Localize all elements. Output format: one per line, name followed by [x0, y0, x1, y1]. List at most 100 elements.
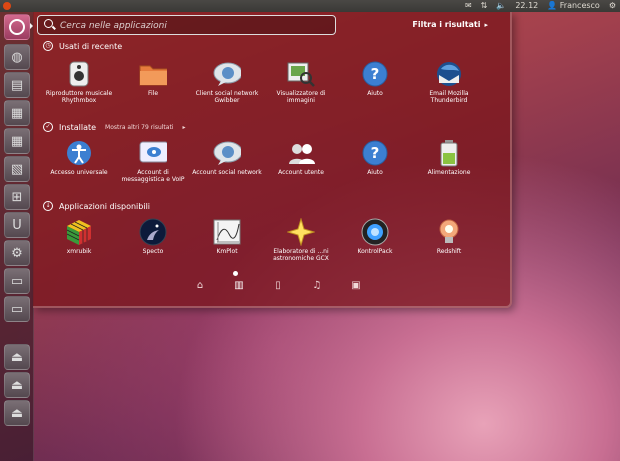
- launcher-workspaces[interactable]: ▭: [4, 296, 30, 322]
- accessibility-icon: [65, 139, 93, 167]
- launcher: ◍ ▤ ▦ ▦ ▧ ⊞ U ⚙ ▭ ▭ ⏏ ⏏ ⏏: [0, 12, 34, 461]
- volume-icon[interactable]: 🔈: [496, 0, 506, 12]
- app-label: Client social network Gwibber: [195, 90, 259, 104]
- filter-results-button[interactable]: Filtra i risultati ▸: [412, 20, 488, 29]
- app-label: File: [147, 90, 159, 97]
- launcher-drive-1[interactable]: ⏏: [4, 344, 30, 370]
- plot-icon: [213, 218, 241, 246]
- ubuntu-one-icon: U: [12, 217, 22, 233]
- launcher-ubuntu-one[interactable]: U: [4, 212, 30, 238]
- clock[interactable]: 22.12: [515, 0, 538, 12]
- chat-bubble-icon: [213, 60, 241, 88]
- app-tile[interactable]: Visualizzatore di immagini: [264, 60, 338, 104]
- launcher-calc[interactable]: ▦: [4, 128, 30, 154]
- system-tray: ✉ ⇅ 🔈 22.12 👤 Francesco ⚙: [465, 0, 616, 12]
- app-tile[interactable]: Account social network: [190, 139, 264, 176]
- app-label: KmPlot: [216, 248, 238, 255]
- chat-bubble-icon: [213, 139, 241, 167]
- ubuntu-logo-icon: [9, 19, 25, 35]
- app-tile[interactable]: Alimentazione: [412, 139, 486, 176]
- mail-indicator-icon[interactable]: ✉: [465, 0, 472, 12]
- show-more-link[interactable]: Mostra altri 79 risultati: [105, 124, 173, 131]
- app-label: Email Mozilla Thunderbird: [429, 90, 469, 104]
- app-tile[interactable]: Redshift: [412, 218, 486, 255]
- spreadsheet-icon: ▦: [10, 133, 24, 149]
- app-tile[interactable]: Account di messaggistica e VoIP: [116, 139, 190, 183]
- active-lens-indicator: [233, 271, 238, 276]
- ubuntu-logo-icon[interactable]: [3, 2, 11, 10]
- applications-lens-icon[interactable]: ▥: [232, 280, 246, 291]
- launcher-software-center[interactable]: ⊞: [4, 184, 30, 210]
- app-label: xmrubik: [66, 248, 92, 255]
- section-available-header: ↓ Applicazioni disponibili: [43, 201, 150, 211]
- top-panel: ✉ ⇅ 🔈 22.12 👤 Francesco ⚙: [0, 0, 620, 12]
- firefox-icon: ◍: [11, 49, 23, 65]
- music-lens-icon[interactable]: ♫: [310, 280, 324, 291]
- section-installed-header: ✓ Installate Mostra altri 79 risultati ▸: [43, 122, 186, 132]
- app-label: Aiuto: [367, 169, 383, 176]
- presentation-icon: ▧: [10, 161, 24, 177]
- help-icon: ?: [361, 60, 389, 88]
- arrow-right-icon: ▸: [484, 21, 488, 29]
- search-icon: [44, 19, 53, 28]
- search-box[interactable]: [37, 15, 336, 36]
- folder-icon: ▤: [10, 77, 24, 93]
- launcher-files[interactable]: ▤: [4, 72, 30, 98]
- app-tile[interactable]: Client social network Gwibber: [190, 60, 264, 104]
- home-lens-icon[interactable]: ⌂: [193, 280, 207, 291]
- dash-overlay: Filtra i risultati▸ ◷ Usati di recente R…: [33, 12, 512, 308]
- drive-icon: ⏏: [10, 349, 24, 365]
- app-label: Account utente: [278, 169, 324, 176]
- speaker-icon: [65, 60, 93, 88]
- section-recent-header: ◷ Usati di recente: [43, 41, 122, 51]
- launcher-impress[interactable]: ▧: [4, 156, 30, 182]
- software-center-icon: ⊞: [11, 189, 23, 205]
- app-label: Accesso universale: [50, 169, 108, 176]
- app-tile[interactable]: ? Aiuto: [338, 60, 412, 97]
- launcher-writer[interactable]: ▦: [4, 100, 30, 126]
- folder-icon: [139, 60, 167, 88]
- arrow-right-icon: ▸: [182, 123, 186, 131]
- app-tile[interactable]: KontrolPack: [338, 218, 412, 255]
- thunderbird-icon: [435, 60, 463, 88]
- image-viewer-icon: [287, 60, 315, 88]
- messaging-icon: [139, 139, 167, 167]
- svg-text:?: ?: [371, 144, 380, 162]
- launcher-settings[interactable]: ⚙: [4, 240, 30, 266]
- gear-icon: ⚙: [11, 245, 23, 261]
- app-label: Account social network: [192, 169, 262, 176]
- users-icon: [287, 139, 315, 167]
- app-label: Alimentazione: [427, 169, 471, 176]
- launcher-trash[interactable]: ⏏: [4, 400, 30, 426]
- section-title: Installate: [59, 122, 97, 132]
- rubik-cube-icon: [65, 218, 93, 246]
- user-menu[interactable]: 👤 Francesco: [547, 0, 600, 12]
- app-tile[interactable]: Account utente: [264, 139, 338, 176]
- bulb-icon: [435, 218, 463, 246]
- files-lens-icon[interactable]: ▯: [271, 280, 285, 291]
- app-tile[interactable]: Specto: [116, 218, 190, 255]
- app-tile[interactable]: KmPlot: [190, 218, 264, 255]
- app-tile[interactable]: File: [116, 60, 190, 97]
- kontrolpack-icon: [361, 218, 389, 246]
- specto-icon: [139, 218, 167, 246]
- video-lens-icon[interactable]: ▣: [349, 280, 363, 291]
- launcher-drive-2[interactable]: ⏏: [4, 372, 30, 398]
- launcher-firefox[interactable]: ◍: [4, 44, 30, 70]
- app-tile[interactable]: Riproduttore musicale Rhythmbox: [42, 60, 116, 104]
- drive-icon: ⏏: [10, 377, 24, 393]
- clock-icon: ◷: [43, 41, 53, 51]
- launcher-terminal[interactable]: ▭: [4, 268, 30, 294]
- app-tile[interactable]: xmrubik: [42, 218, 116, 255]
- app-tile[interactable]: Accesso universale: [42, 139, 116, 176]
- power-icon[interactable]: ⚙: [609, 0, 616, 12]
- checkmark-icon: ✓: [43, 122, 53, 132]
- app-tile[interactable]: Elaboratore di ...ni astronomiche GCX: [264, 218, 338, 262]
- network-icon[interactable]: ⇅: [481, 0, 488, 12]
- search-input[interactable]: [58, 16, 332, 36]
- section-title: Applicazioni disponibili: [59, 201, 151, 211]
- dash-home-button[interactable]: [4, 14, 30, 40]
- app-tile[interactable]: Email Mozilla Thunderbird: [412, 60, 486, 104]
- app-label: Elaboratore di ...ni astronomiche GCX: [273, 248, 329, 262]
- app-tile[interactable]: ? Aiuto: [338, 139, 412, 176]
